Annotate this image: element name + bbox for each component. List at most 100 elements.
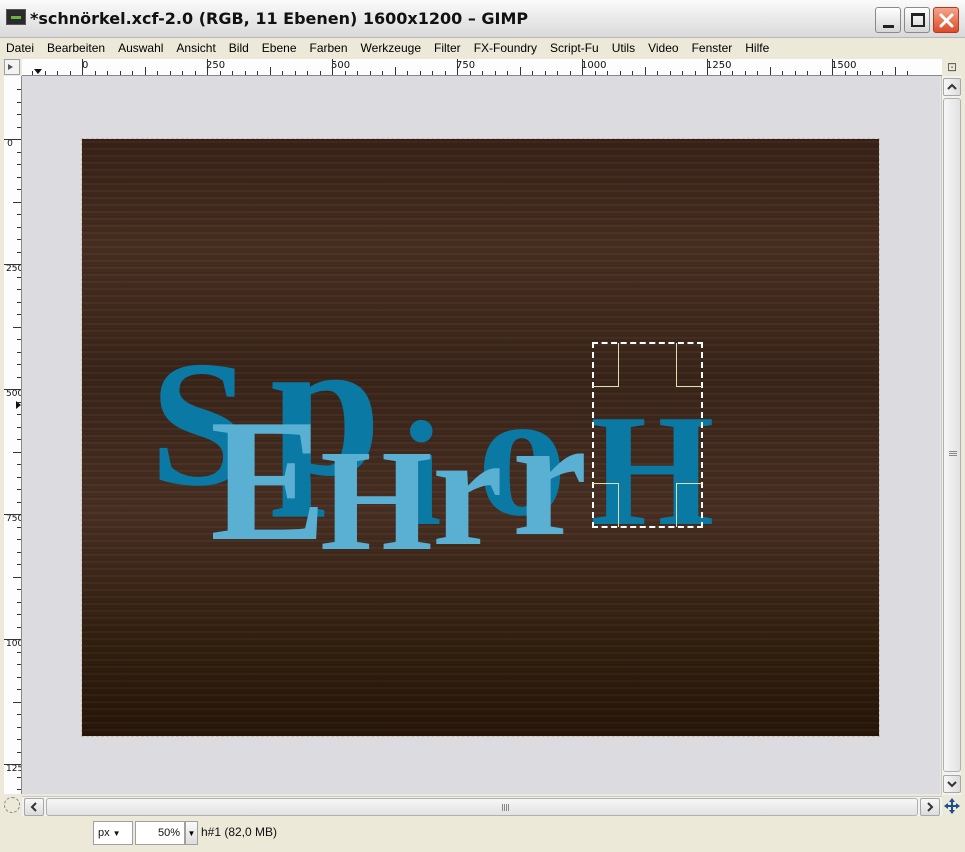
move-arrows-icon	[944, 798, 960, 814]
menu-script-fu[interactable]: Script-Fu	[550, 41, 599, 55]
letter-e-light: E	[210, 383, 327, 577]
letter-r-light: r	[432, 401, 503, 579]
unit-select[interactable]: px ▼	[93, 821, 133, 845]
ruler-tick	[13, 326, 21, 328]
ruler-tick	[219, 71, 221, 75]
ruler-tick	[17, 439, 21, 440]
ruler-tick	[694, 71, 696, 75]
ruler-tick	[744, 71, 746, 75]
chevron-down-icon	[947, 781, 957, 788]
ruler-tick	[382, 71, 383, 75]
menu-datei[interactable]: Datei	[6, 41, 34, 55]
ruler-v-label: 750	[6, 514, 22, 524]
menu-bild[interactable]: Bild	[229, 41, 249, 55]
scroll-left-button[interactable]	[24, 798, 44, 816]
horizontal-ruler[interactable]: 0 250 500 750 1000 1250 1500	[22, 59, 942, 76]
ruler-tick	[17, 114, 21, 115]
zoom-input[interactable]: 50%	[135, 821, 185, 845]
ruler-v-label: 250	[6, 264, 22, 274]
ruler-tick	[419, 71, 421, 75]
ruler-tick	[17, 376, 21, 378]
ruler-tick	[507, 71, 508, 75]
ruler-tick	[282, 71, 283, 75]
selection-handle[interactable]	[676, 343, 702, 387]
ruler-tick	[17, 276, 21, 278]
ruler-tick	[17, 789, 21, 790]
menu-utils[interactable]: Utils	[612, 41, 635, 55]
ruler-tick	[332, 59, 333, 75]
selection-handle[interactable]	[593, 483, 619, 527]
ruler-tick	[17, 714, 21, 715]
horizontal-scrollbar[interactable]	[22, 796, 942, 816]
ruler-tick	[17, 189, 21, 190]
horizontal-scroll-thumb[interactable]	[46, 798, 918, 816]
menu-fx-foundry[interactable]: FX-Foundry	[474, 41, 537, 55]
menu-filter[interactable]: Filter	[434, 41, 461, 55]
selection-marquee[interactable]	[592, 342, 703, 528]
ruler-tick	[407, 71, 408, 75]
ruler-tick	[707, 59, 708, 75]
ruler-tick	[394, 67, 396, 75]
ruler-tick	[17, 176, 21, 178]
ruler-v-label: 500	[6, 389, 22, 399]
ruler-h-label: 1250	[706, 60, 732, 71]
ruler-tick	[4, 264, 21, 265]
ruler-tick	[17, 526, 21, 528]
menu-ansicht[interactable]: Ansicht	[176, 41, 215, 55]
ruler-tick	[17, 664, 21, 665]
chevron-down-icon: ▼	[112, 829, 121, 838]
ruler-tick	[44, 71, 46, 75]
ruler-tick	[644, 67, 646, 75]
scroll-right-button[interactable]	[920, 798, 940, 816]
scroll-down-button[interactable]	[943, 775, 961, 793]
ruler-h-label: 1500	[831, 60, 857, 71]
ruler-corner-menu-button[interactable]	[4, 59, 20, 75]
quick-mask-toggle-icon[interactable]	[4, 797, 20, 813]
menu-werkzeuge[interactable]: Werkzeuge	[361, 41, 421, 55]
ruler-tick	[157, 71, 158, 75]
zoom-image-icon[interactable]: ⊡	[944, 59, 960, 75]
ruler-tick	[369, 71, 371, 75]
ruler-tick	[782, 71, 783, 75]
ruler-v-label: 1250	[6, 764, 21, 774]
menu-video[interactable]: Video	[648, 41, 678, 55]
menu-auswahl[interactable]: Auswahl	[118, 41, 163, 55]
ruler-tick	[857, 71, 858, 75]
image-canvas[interactable]: S p i o H E H r r	[81, 138, 880, 737]
gimp-app-icon[interactable]	[6, 9, 26, 25]
navigate-icon[interactable]	[943, 797, 961, 815]
scroll-up-button[interactable]	[943, 78, 961, 96]
zoom-dropdown-button[interactable]: ▼	[185, 821, 198, 845]
ruler-tick	[719, 71, 721, 75]
ruler-tick	[469, 71, 471, 75]
ruler-tick	[607, 71, 608, 75]
menu-farben[interactable]: Farben	[310, 41, 348, 55]
ruler-v-label: 0	[7, 139, 13, 149]
pointer-position-marker	[34, 69, 42, 74]
ruler-tick	[669, 71, 671, 75]
ruler-tick	[57, 71, 58, 75]
ruler-tick	[17, 464, 21, 465]
close-button[interactable]	[933, 7, 959, 33]
ruler-tick	[432, 71, 433, 75]
menu-ebene[interactable]: Ebene	[262, 41, 297, 55]
ruler-tick	[557, 71, 558, 75]
ruler-tick	[532, 71, 533, 75]
menu-hilfe[interactable]: Hilfe	[745, 41, 769, 55]
menu-bearbeiten[interactable]: Bearbeiten	[47, 41, 105, 55]
status-bar: px ▼ 50% ▼ h#1 (82,0 MB)	[0, 816, 965, 852]
vertical-scrollbar[interactable]	[941, 76, 961, 795]
canvas-viewport[interactable]: S p i o H E H r r	[22, 76, 940, 794]
chevron-left-icon	[30, 802, 37, 812]
maximize-button[interactable]	[904, 7, 930, 33]
vertical-ruler[interactable]: 0 250 500 750 1000 1250	[4, 76, 22, 794]
selection-handle[interactable]	[676, 483, 702, 527]
ruler-tick	[169, 71, 171, 75]
ruler-tick	[17, 476, 21, 478]
selection-handle[interactable]	[593, 343, 619, 387]
vertical-scroll-thumb[interactable]	[943, 98, 961, 772]
ruler-tick	[17, 726, 21, 728]
ruler-tick	[4, 389, 21, 390]
minimize-button[interactable]	[875, 7, 901, 33]
menu-fenster[interactable]: Fenster	[692, 41, 733, 55]
